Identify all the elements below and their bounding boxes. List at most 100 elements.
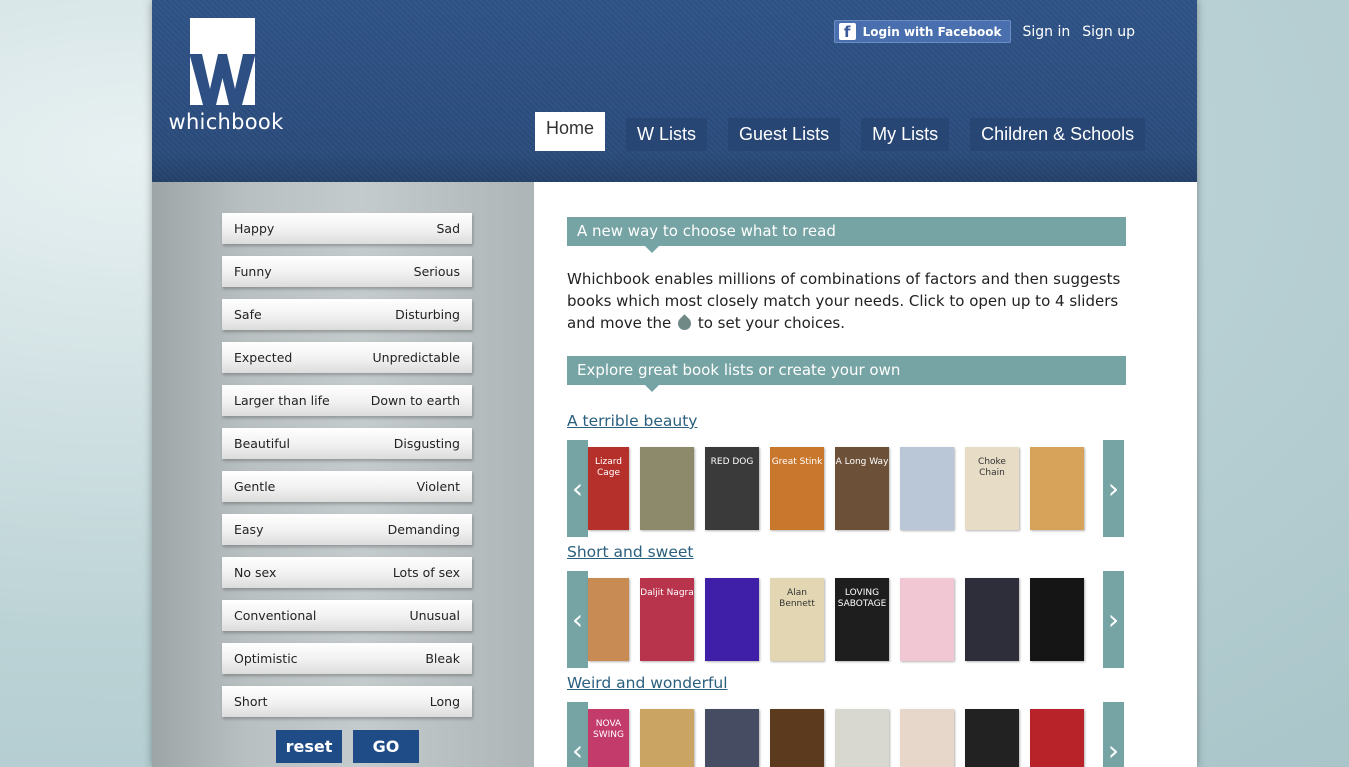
book-cover[interactable]: A Long Way <box>835 447 889 530</box>
facebook-icon: f <box>838 23 856 41</box>
mood-slider[interactable]: Gentle Violent <box>222 471 472 502</box>
mood-slider[interactable]: Easy Demanding <box>222 514 472 545</box>
book-list-title[interactable]: A terrible beauty <box>567 412 697 430</box>
book-cover[interactable] <box>640 447 694 530</box>
slider-right-label: Bleak <box>425 651 460 666</box>
slider-right-label: Violent <box>416 479 460 494</box>
main-nav: Home W Lists Guest Lists My Lists Childr… <box>535 112 1166 151</box>
slider-left-label: Expected <box>234 350 293 365</box>
logo[interactable]: whichbook <box>166 18 286 138</box>
slider-list: Happy Sad Funny Serious Safe Disturbing Expect… <box>222 213 472 729</box>
cover-strip: Daljit Nagra Alan Bennett LOVING SABOTAGE <box>588 578 1095 661</box>
auth-bar: f Login with Facebook Sign in Sign up <box>833 20 1135 43</box>
book-cover[interactable]: Daljit Nagra <box>640 578 694 661</box>
carousel-next-icon[interactable]: › <box>1103 702 1124 767</box>
slider-right-label: Long <box>429 694 460 709</box>
slider-right-label: Unpredictable <box>372 350 461 365</box>
carousel-prev-icon[interactable]: ‹ <box>567 702 588 767</box>
nav-guest-lists[interactable]: Guest Lists <box>728 118 841 151</box>
signin-link[interactable]: Sign in <box>1023 24 1071 40</box>
mood-slider[interactable]: Safe Disturbing <box>222 299 472 330</box>
signup-link[interactable]: Sign up <box>1082 24 1135 40</box>
book-cover[interactable]: Great Stink <box>770 447 824 530</box>
nav-w-lists[interactable]: W Lists <box>626 118 708 151</box>
book-cover[interactable] <box>965 578 1019 661</box>
slider-right-label: Unusual <box>409 608 460 623</box>
slider-left-label: Happy <box>234 221 275 236</box>
book-cover[interactable] <box>770 709 824 767</box>
slider-left-label: Conventional <box>234 608 317 623</box>
book-cover[interactable] <box>705 578 759 661</box>
book-cover[interactable] <box>640 709 694 767</box>
mood-slider[interactable]: No sex Lots of sex <box>222 557 472 588</box>
book-cover[interactable]: Alan Bennett <box>770 578 824 661</box>
book-list-title[interactable]: Weird and wonderful <box>567 674 728 692</box>
book-cover[interactable]: NOVA SWING <box>588 709 629 767</box>
slider-right-label: Demanding <box>387 522 460 537</box>
book-cover[interactable] <box>835 709 889 767</box>
mood-slider[interactable]: Funny Serious <box>222 256 472 287</box>
carousel-next-icon[interactable]: › <box>1103 440 1124 537</box>
book-cover[interactable] <box>1030 447 1084 530</box>
mood-slider[interactable]: Expected Unpredictable <box>222 342 472 373</box>
slider-left-label: Beautiful <box>234 436 291 451</box>
slider-right-label: Disgusting <box>393 436 460 451</box>
go-button[interactable]: GO <box>353 730 419 763</box>
intro-banner: A new way to choose what to read <box>567 217 1126 253</box>
intro-text: Whichbook enables millions of combinatio… <box>567 268 1127 334</box>
slider-left-label: Larger than life <box>234 393 330 408</box>
book-cover[interactable] <box>900 578 954 661</box>
reset-button[interactable]: reset <box>276 730 342 763</box>
intro-text-end: to set your choices. <box>697 314 846 332</box>
book-cover[interactable] <box>588 578 629 661</box>
slider-right-label: Down to earth <box>370 393 460 408</box>
slider-right-label: Serious <box>413 264 460 279</box>
slider-left-label: Safe <box>234 307 262 322</box>
book-cover[interactable] <box>965 709 1019 767</box>
slider-left-label: No sex <box>234 565 277 580</box>
book-list-title[interactable]: Short and sweet <box>567 543 694 561</box>
mood-slider[interactable]: Beautiful Disgusting <box>222 428 472 459</box>
header: whichbook f Login with Facebook Sign in … <box>152 0 1197 182</box>
slider-right-label: Lots of sex <box>392 565 460 580</box>
slider-sidebar: Happy Sad Funny Serious Safe Disturbing Expect… <box>152 182 534 767</box>
cover-strip: NOVA SWING <box>588 709 1095 767</box>
carousel-prev-icon[interactable]: ‹ <box>567 571 588 668</box>
slider-left-label: Gentle <box>234 479 276 494</box>
book-cover[interactable]: RED DOG <box>705 447 759 530</box>
slider-left-label: Easy <box>234 522 264 537</box>
book-cover[interactable]: Choke Chain <box>965 447 1019 530</box>
main-content: A new way to choose what to read Whichbo… <box>534 182 1197 767</box>
brand-name: whichbook <box>168 110 284 134</box>
carousel-next-icon[interactable]: › <box>1103 571 1124 668</box>
book-cover[interactable] <box>705 709 759 767</box>
facebook-login-label: Login with Facebook <box>862 24 1002 39</box>
book-cover[interactable]: Lizard Cage <box>588 447 629 530</box>
slider-left-label: Optimistic <box>234 651 298 666</box>
nav-children-schools[interactable]: Children & Schools <box>970 118 1146 151</box>
book-cover[interactable]: LOVING SABOTAGE <box>835 578 889 661</box>
facebook-login-button[interactable]: f Login with Facebook <box>833 20 1011 43</box>
book-carousel: ‹ Daljit Nagra Alan Bennett LOVING SABOTAGE… <box>567 571 1124 668</box>
carousel-prev-icon[interactable]: ‹ <box>567 440 588 537</box>
logo-mark <box>190 18 255 105</box>
cover-strip: Lizard Cage RED DOG Great Stink A Long Way C… <box>588 447 1095 530</box>
book-cover[interactable] <box>1030 578 1084 661</box>
nav-home[interactable]: Home <box>535 112 606 151</box>
book-cover[interactable] <box>900 709 954 767</box>
mood-slider[interactable]: Short Long <box>222 686 472 717</box>
book-cover[interactable] <box>900 447 954 530</box>
mood-slider[interactable]: Optimistic Bleak <box>222 643 472 674</box>
droplet-icon <box>675 314 694 333</box>
mood-slider[interactable]: Larger than life Down to earth <box>222 385 472 416</box>
nav-my-lists[interactable]: My Lists <box>861 118 950 151</box>
book-cover[interactable] <box>1030 709 1084 767</box>
w-logo-icon <box>190 54 255 105</box>
slider-left-label: Short <box>234 694 268 709</box>
explore-banner: Explore great book lists or create your … <box>567 356 1126 392</box>
slider-buttons: reset GO <box>276 730 419 763</box>
mood-slider[interactable]: Happy Sad <box>222 213 472 244</box>
mood-slider[interactable]: Conventional Unusual <box>222 600 472 631</box>
slider-right-label: Sad <box>436 221 460 236</box>
book-carousel: ‹ NOVA SWING › <box>567 702 1124 767</box>
